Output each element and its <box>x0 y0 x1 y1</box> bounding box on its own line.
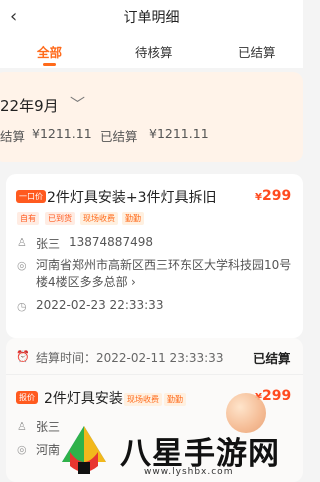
page-title: 订单明细 <box>123 10 180 26</box>
clock-icon: ◷ <box>17 300 27 313</box>
summary-card <box>0 72 303 162</box>
location-icon: ◎ <box>17 259 27 272</box>
tag: 勤勤 <box>122 212 144 225</box>
user-icon: ♙ <box>17 236 27 249</box>
user-icon: ♙ <box>17 420 27 433</box>
watermark: 八星手游网 www.lyshbx.com <box>54 422 303 482</box>
customer-phone[interactable]: 13874887498 <box>69 235 153 249</box>
order-title: 2件灯具安装+3件灯具拆旧 <box>47 190 217 206</box>
settle-time: 结算时间：2022-02-11 23:33:33 <box>36 351 224 365</box>
alarm-clock-icon: ⏰ <box>16 350 30 363</box>
tab-active-indicator <box>43 63 56 66</box>
month-selector[interactable]: 22年9月 <box>0 95 59 116</box>
watermark-url: www.lyshbx.com <box>144 467 234 477</box>
status-badge: 已结算 <box>253 351 291 366</box>
chevron-right-icon[interactable]: › <box>131 274 136 291</box>
tag: 勤勤 <box>164 393 186 406</box>
fixed-price-badge: 一口价 <box>16 190 46 203</box>
tag: 已到货 <box>45 212 75 225</box>
customer-name: 张三 <box>36 237 61 251</box>
quote-badge: 报价 <box>16 391 38 404</box>
pending-amount: ¥1211.11 <box>32 126 92 141</box>
tab-settled[interactable]: 已结算 <box>238 42 276 61</box>
watermark-logo-icon <box>62 426 106 474</box>
tag: 现场收费 <box>124 393 162 406</box>
tab-all[interactable]: 全部 <box>37 42 62 61</box>
chevron-down-icon[interactable]: ﹀ <box>70 93 85 114</box>
address-line1: 河南省郑州市高新区西三环东区大学科技园10号 <box>36 258 292 272</box>
order-title: 2件灯具安装 <box>44 391 123 407</box>
order-price: ¥299 <box>255 188 292 204</box>
tag: 自有 <box>17 212 39 225</box>
address-line2: 楼4楼区多多总部 <box>36 275 128 289</box>
divider <box>6 374 303 375</box>
settled-amount: ¥1211.11 <box>149 126 209 141</box>
order-time: 2022-02-23 22:33:33 <box>36 298 164 312</box>
tab-bar: 全部 待核算 已结算 <box>0 34 303 68</box>
settled-label: 已结算 <box>100 129 138 144</box>
tag: 现场收费 <box>80 212 118 225</box>
pending-label: 结算 <box>0 129 26 144</box>
tab-pending[interactable]: 待核算 <box>135 42 173 61</box>
header: ‹ 订单明细 <box>0 0 303 34</box>
location-icon: ◎ <box>17 443 27 456</box>
